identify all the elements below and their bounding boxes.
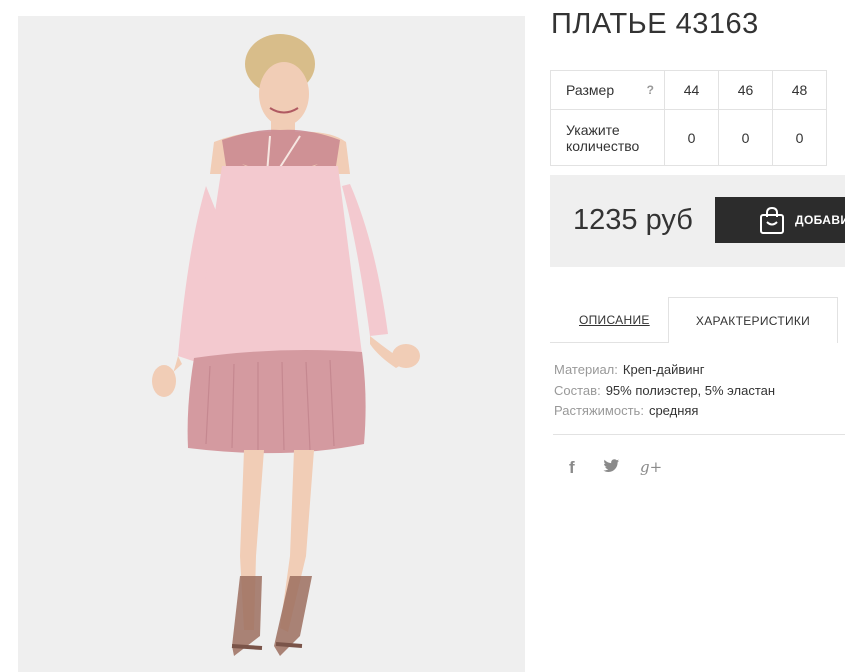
size-label-cell: Размер ? [550, 70, 665, 110]
product-tabs: ОПИСАНИЕ ХАРАКТЕРИСТИКИ [550, 297, 845, 343]
characteristic-value: Креп-дайвинг [622, 362, 705, 377]
quantity-input-44[interactable]: 0 [664, 109, 719, 166]
price-box: 1235 руб ДОБАВИТЬ [550, 175, 845, 267]
quantity-input-46[interactable]: 0 [718, 109, 773, 166]
add-to-cart-button[interactable]: ДОБАВИТЬ [715, 197, 845, 243]
twitter-icon[interactable] [603, 458, 620, 477]
quantity-input-48[interactable]: 0 [772, 109, 827, 166]
characteristic-row: Материал: Креп-дайвинг [554, 360, 775, 381]
divider [553, 434, 845, 435]
size-help-icon[interactable]: ? [647, 82, 654, 98]
characteristic-key: Состав: [554, 382, 601, 398]
facebook-icon[interactable]: f [569, 458, 575, 478]
dress-model-illustration [152, 34, 420, 656]
characteristic-key: Растяжимость: [554, 403, 644, 418]
size-46: 46 [718, 70, 773, 110]
add-to-cart-label: ДОБАВИТЬ [795, 213, 845, 227]
characteristic-value: 95% полиэстер, 5% эластан [605, 382, 776, 398]
product-photo[interactable] [18, 16, 525, 672]
tab-description[interactable]: ОПИСАНИЕ [579, 313, 650, 327]
characteristic-key: Материал: [554, 362, 618, 377]
shopping-bag-icon [760, 206, 784, 234]
size-48: 48 [772, 70, 827, 110]
tab-characteristics[interactable]: ХАРАКТЕРИСТИКИ [668, 297, 838, 343]
size-label: Размер [566, 82, 615, 98]
size-44: 44 [664, 70, 719, 110]
characteristics-list: Материал: Креп-дайвинг Состав: 95% полиэст… [554, 360, 775, 422]
price: 1235 руб [573, 204, 693, 236]
characteristic-value: средняя [648, 403, 699, 418]
characteristic-row: Растяжимость: средняя [554, 401, 775, 422]
characteristic-row: Состав: 95% полиэстер, 5% эластан [554, 381, 775, 402]
tab-divider [550, 342, 668, 343]
size-quantity-table: Размер ? 44 46 48 Укажите количество 0 0… [550, 70, 827, 166]
product-title: ПЛАТЬЕ 43163 [551, 8, 759, 40]
google-plus-icon[interactable]: g+ [640, 458, 662, 476]
quantity-label: Укажите количество [550, 109, 665, 166]
